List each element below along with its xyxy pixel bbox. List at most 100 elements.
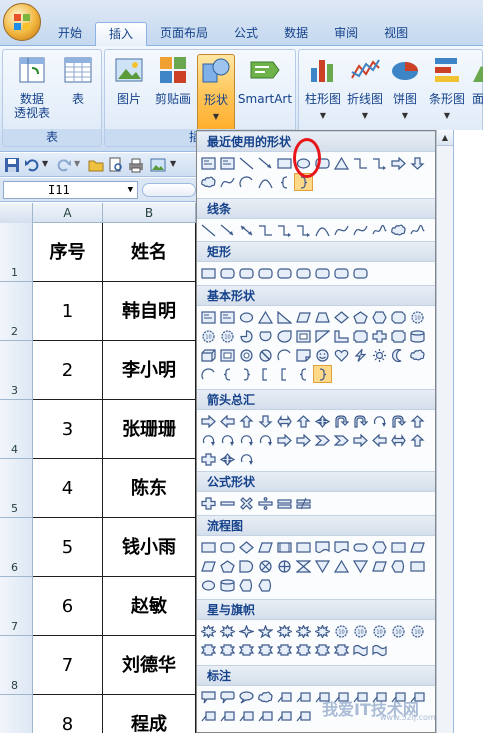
dnarrow-shape-icon[interactable] [256, 412, 275, 430]
plaque-shape-icon[interactable] [351, 327, 370, 345]
ribbon-shape-icon[interactable] [275, 641, 294, 659]
tab-insert[interactable]: 插入 [95, 22, 148, 46]
rect-shape-icon[interactable] [275, 154, 294, 172]
cell-b5[interactable]: 陈东 [103, 459, 196, 518]
pie-chart-button[interactable]: 饼图 ▼ [387, 54, 423, 121]
tab-data[interactable]: 数据 [271, 22, 321, 46]
cell-a6[interactable]: 5 [33, 518, 103, 577]
name-box[interactable]: I11 ▼ [3, 181, 138, 199]
clipart-button[interactable]: 剪贴画 [151, 54, 195, 107]
star5-shape-icon[interactable] [256, 622, 275, 640]
ribbon-shape-icon[interactable] [256, 641, 275, 659]
lcallout-shape-icon[interactable] [218, 707, 237, 725]
elb-shape-icon[interactable] [351, 154, 370, 172]
uarrow-shape-icon[interactable] [237, 412, 256, 430]
lcallout-shape-icon[interactable] [275, 688, 294, 706]
row-header[interactable] [0, 695, 33, 733]
row-header[interactable]: 7 [0, 577, 33, 636]
cross-shape-icon[interactable] [199, 450, 218, 468]
sun-shape-icon[interactable] [370, 346, 389, 364]
callout-shape-icon[interactable] [199, 688, 218, 706]
larrow-shape-icon[interactable] [370, 431, 389, 449]
row-header[interactable]: 3 [0, 341, 33, 400]
seal-shape-icon[interactable]: 10 [408, 622, 427, 640]
ribbon-shape-icon[interactable] [294, 641, 313, 659]
elb-shape-icon[interactable] [256, 221, 275, 239]
insert-picture-icon[interactable] [150, 157, 166, 173]
cell-b1[interactable]: 姓名 [103, 223, 196, 282]
elba-shape-icon[interactable] [370, 154, 389, 172]
uturn-shape-icon[interactable] [389, 412, 408, 430]
fsum-shape-icon[interactable] [256, 557, 275, 575]
fdisp-shape-icon[interactable] [256, 576, 275, 594]
wave-shape-icon[interactable] [370, 641, 389, 659]
cell-b9[interactable]: 程成 [103, 695, 196, 733]
cloud-shape-icon[interactable] [408, 346, 427, 364]
seal-shape-icon[interactable]: 10 [199, 327, 218, 345]
rrect-shape-icon[interactable] [218, 264, 237, 282]
uarrow-shape-icon[interactable] [408, 431, 427, 449]
ribbon-shape-icon[interactable] [313, 641, 332, 659]
rcallout-shape-icon[interactable] [218, 688, 237, 706]
arc-shape-icon[interactable] [275, 346, 294, 364]
row-header[interactable]: 1 [0, 223, 33, 282]
cell-a9[interactable]: 8 [33, 695, 103, 733]
circarr-shape-icon[interactable] [237, 450, 256, 468]
seal-shape-icon[interactable]: 10 [408, 308, 427, 326]
tab-page-layout[interactable]: 页面布局 [147, 22, 221, 46]
fterm-shape-icon[interactable] [351, 538, 370, 556]
tear-shape-icon[interactable] [275, 327, 294, 345]
arc-shape-icon[interactable] [199, 365, 218, 383]
tab-home[interactable]: 开始 [45, 22, 95, 46]
smartart-button[interactable]: SmartArt [237, 54, 293, 107]
scroll-up-arrow-icon[interactable]: ▲ [437, 130, 453, 146]
formula-bar-splitter[interactable] [142, 183, 196, 197]
rrect-shape-icon[interactable] [237, 264, 256, 282]
line-shape-icon[interactable] [199, 221, 218, 239]
fdisp-shape-icon[interactable] [389, 557, 408, 575]
tri-shape-icon[interactable] [332, 154, 351, 172]
cyl-shape-icon[interactable] [408, 327, 427, 345]
mult-shape-icon[interactable] [237, 494, 256, 512]
select-all-corner[interactable] [0, 203, 33, 223]
bar-chart-button[interactable]: 条形图 ▼ [425, 54, 469, 121]
plaque-shape-icon[interactable] [389, 327, 408, 345]
hex-shape-icon[interactable] [370, 308, 389, 326]
column-header-b[interactable]: B [103, 203, 196, 223]
tb-shape-icon[interactable] [199, 154, 218, 172]
ribbon-shape-icon[interactable] [237, 641, 256, 659]
curve-shape-icon[interactable] [313, 221, 332, 239]
row-header[interactable]: 8 [0, 636, 33, 695]
fmerge-shape-icon[interactable] [313, 557, 332, 575]
undo-icon[interactable] [24, 157, 40, 173]
rtri-shape-icon[interactable] [275, 308, 294, 326]
elba-shape-icon[interactable] [275, 221, 294, 239]
burst-shape-icon[interactable] [313, 622, 332, 640]
cell-b6[interactable]: 钱小雨 [103, 518, 196, 577]
oval-shape-icon[interactable] [199, 576, 218, 594]
corner-shape-icon[interactable] [332, 327, 351, 345]
half-shape-icon[interactable] [313, 327, 332, 345]
row-header[interactable]: 6 [0, 518, 33, 577]
rarrow-shape-icon[interactable] [294, 431, 313, 449]
smile-shape-icon[interactable] [313, 346, 332, 364]
uarrow-shape-icon[interactable] [408, 412, 427, 430]
seal-shape-icon[interactable]: 10 [332, 622, 351, 640]
tab-review[interactable]: 审阅 [321, 22, 371, 46]
wave-shape-icon[interactable] [351, 641, 370, 659]
arr-shape-icon[interactable] [256, 154, 275, 172]
fdata-shape-icon[interactable] [408, 538, 427, 556]
cloud-shape-icon[interactable] [389, 221, 408, 239]
picture-button[interactable]: 图片 [111, 54, 147, 107]
brace-shape-icon[interactable] [294, 365, 313, 383]
burst-shape-icon[interactable] [275, 622, 294, 640]
fcoll-shape-icon[interactable] [294, 557, 313, 575]
fdisp-shape-icon[interactable] [237, 576, 256, 594]
pie-shape-icon[interactable] [237, 327, 256, 345]
column-header-a[interactable]: A [33, 203, 103, 223]
trap-shape-icon[interactable] [313, 308, 332, 326]
ocallout-shape-icon[interactable] [237, 688, 256, 706]
fdata-shape-icon[interactable] [256, 538, 275, 556]
cell-a5[interactable]: 4 [33, 459, 103, 518]
uarrow-shape-icon[interactable] [294, 412, 313, 430]
